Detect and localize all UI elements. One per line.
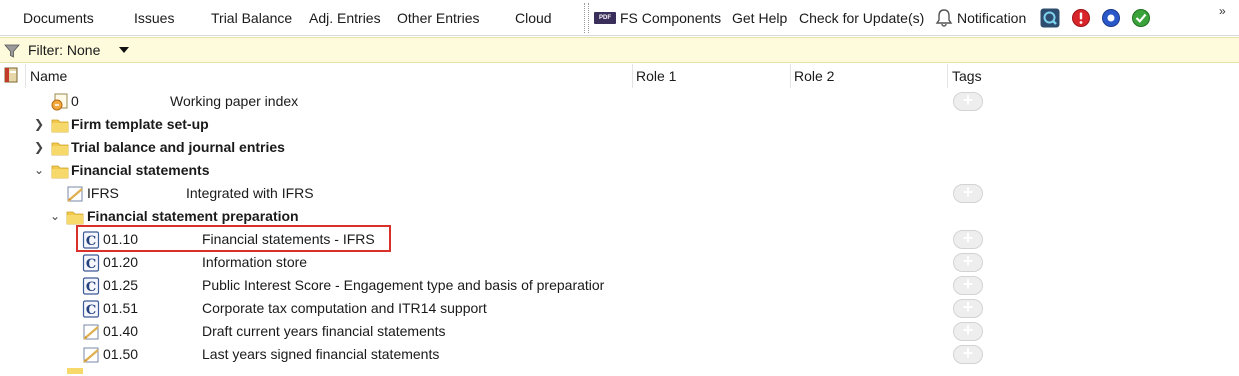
folder-icon: [51, 162, 69, 180]
row-code: 01.20: [103, 254, 139, 270]
row-code: 0: [71, 93, 79, 109]
role2-column-header[interactable]: Role 2: [794, 64, 834, 88]
tree-row[interactable]: IFRS Integrated with IFRS +: [0, 182, 1239, 205]
chevron-down-icon[interactable]: ⌄: [33, 159, 45, 182]
check-updates-button[interactable]: Check for Update(s): [799, 0, 924, 36]
add-tag-button[interactable]: +: [953, 252, 983, 272]
document-icon: [66, 185, 84, 203]
c-document-icon: [82, 300, 100, 318]
row-title: Working paper index: [170, 93, 299, 109]
search-status-icon[interactable]: [1040, 8, 1060, 28]
tree-row[interactable]: ❯ Trial balance and journal entries: [0, 136, 1239, 159]
document-icon: [82, 323, 100, 341]
add-tag-button[interactable]: +: [953, 229, 983, 249]
tree-row[interactable]: 01.51 Corporate tax computation and ITR1…: [0, 297, 1239, 320]
filter-bar: Filter: None: [0, 37, 1239, 63]
adj-entries-button[interactable]: Adj. Entries: [309, 0, 381, 36]
row-code: 01.25: [103, 277, 139, 293]
binder-icon[interactable]: [3, 67, 19, 83]
bell-icon[interactable]: [934, 8, 954, 28]
tree-row[interactable]: ❯ Firm template set-up: [0, 113, 1239, 136]
fs-components-button[interactable]: FS Components: [620, 0, 721, 36]
column-divider[interactable]: [25, 64, 26, 88]
row-title: Last years signed financial statements: [202, 346, 440, 362]
row-code: 01.50: [103, 346, 139, 362]
row-title: Integrated with IFRS: [186, 185, 314, 201]
chevron-right-icon[interactable]: ❯: [33, 113, 45, 136]
tree-row[interactable]: 01.40 Draft current years financial stat…: [0, 320, 1239, 343]
column-divider[interactable]: [632, 64, 633, 88]
row-code: 01.51: [103, 300, 139, 316]
toolbar-overflow-icon[interactable]: »: [1219, 4, 1226, 18]
row-title: Corporate tax computation and ITR14 supp…: [202, 300, 487, 316]
role1-column-header[interactable]: Role 1: [636, 64, 676, 88]
highlight-box: [76, 225, 391, 252]
row-title: Trial balance and journal entries: [71, 139, 285, 155]
chevron-down-icon[interactable]: ⌄: [49, 205, 61, 228]
row-code: IFRS: [87, 185, 119, 201]
funnel-icon: [4, 44, 20, 58]
filter-label[interactable]: Filter: None: [28, 38, 100, 63]
error-icon[interactable]: [1071, 8, 1091, 28]
c-document-icon: [82, 277, 100, 295]
toolbar-separator: [588, 3, 589, 33]
main-toolbar: Documents Issues Trial Balance Adj. Entr…: [0, 0, 1239, 36]
row-code: 01.40: [103, 323, 139, 339]
add-tag-button[interactable]: +: [953, 344, 983, 364]
index-document-icon: [51, 93, 69, 111]
issues-button[interactable]: Issues: [134, 0, 174, 36]
tags-column-header[interactable]: Tags: [952, 64, 982, 88]
row-title: Information store: [202, 254, 308, 270]
tree-row[interactable]: 01.20 Information store +: [0, 251, 1239, 274]
cloud-button[interactable]: Cloud: [515, 0, 552, 36]
add-tag-button[interactable]: +: [953, 275, 983, 295]
folder-icon: [67, 368, 83, 374]
add-tag-button[interactable]: +: [953, 321, 983, 341]
add-tag-button[interactable]: +: [953, 183, 983, 203]
tree-row[interactable]: 01.50 Last years signed financial statem…: [0, 343, 1239, 366]
other-entries-button[interactable]: Other Entries: [397, 0, 479, 36]
row-title: Draft current years financial statements: [202, 323, 446, 339]
toolbar-separator: [584, 3, 585, 33]
tree-row[interactable]: ⌄ Financial statements: [0, 159, 1239, 182]
pdf-icon: PDF: [594, 12, 616, 24]
notification-button[interactable]: Notification: [957, 0, 1026, 36]
check-icon[interactable]: [1131, 8, 1151, 28]
add-tag-button[interactable]: +: [953, 298, 983, 318]
info-icon[interactable]: [1101, 8, 1121, 28]
column-divider[interactable]: [790, 64, 791, 88]
column-divider[interactable]: [947, 64, 948, 88]
folder-icon: [51, 116, 69, 134]
chevron-right-icon[interactable]: ❯: [33, 136, 45, 159]
row-title: Public Interest Score - Engagement type …: [202, 277, 605, 293]
get-help-button[interactable]: Get Help: [732, 0, 787, 36]
folder-icon: [66, 208, 84, 226]
trial-balance-button[interactable]: Trial Balance: [211, 0, 292, 36]
column-header: Name Role 1 Role 2 Tags: [0, 64, 1239, 88]
name-column-header[interactable]: Name: [30, 64, 67, 88]
filter-dropdown-icon[interactable]: [119, 47, 129, 53]
document-icon: [82, 346, 100, 364]
documents-button[interactable]: Documents: [23, 0, 94, 36]
tree-row[interactable]: 0 Working paper index +: [0, 90, 1239, 113]
row-title: Firm template set-up: [71, 116, 209, 132]
add-tag-button[interactable]: +: [953, 91, 983, 111]
tree-row[interactable]: 01.25 Public Interest Score - Engagement…: [0, 274, 1239, 297]
row-title: Financial statements: [71, 162, 210, 178]
folder-icon: [51, 139, 69, 157]
c-document-icon: [82, 254, 100, 272]
